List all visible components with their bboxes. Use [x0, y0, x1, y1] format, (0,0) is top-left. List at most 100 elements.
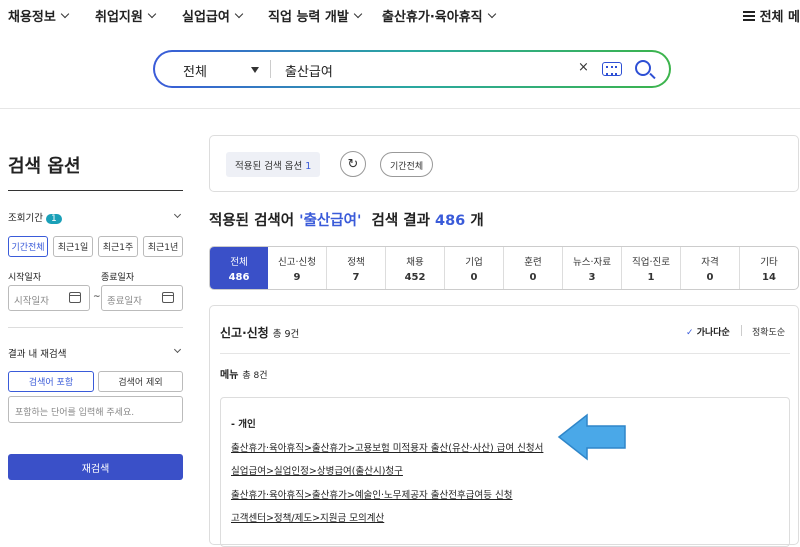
period-chip[interactable]: 기간전체: [380, 152, 434, 177]
clear-icon[interactable]: ×: [578, 60, 589, 75]
tab-count: 0: [470, 271, 478, 283]
period-1year-button[interactable]: 최근1년: [143, 236, 183, 257]
tab-label: 자격: [701, 256, 719, 268]
tab-policy[interactable]: 정책 7: [327, 247, 386, 289]
applied-chip-count: 1: [305, 161, 312, 172]
research-button[interactable]: 재검색: [8, 454, 183, 480]
sidebar-title: 검색 옵션: [8, 156, 81, 177]
chevron-down-icon[interactable]: [173, 345, 182, 354]
result-summary: 적용된 검색어 '출산급여' 검색 결과 486 개: [209, 209, 484, 230]
calendar-icon[interactable]: [69, 292, 81, 303]
search-inner: 전체 출산급여 ×: [155, 52, 669, 86]
chevron-down-icon: [487, 9, 496, 18]
result-middle: 검색 결과: [371, 213, 430, 229]
section-title-text: 신고·신청: [220, 326, 269, 340]
tab-training[interactable]: 훈련 0: [504, 247, 563, 289]
period-1day-button[interactable]: 최근1일: [53, 236, 93, 257]
tab-label: 신고·신청: [278, 256, 316, 268]
tab-label: 직업·진로: [632, 256, 670, 268]
keyboard-icon[interactable]: [602, 62, 622, 76]
hamburger-icon: [742, 10, 755, 21]
all-menu-label: 전체 메: [759, 10, 800, 25]
date-range-separator: ~: [93, 292, 101, 302]
menu-link[interactable]: 고객센터>정책/제도>지원금 모의계산: [231, 510, 384, 524]
divider: [270, 60, 271, 78]
search-scope-select[interactable]: 전체: [183, 61, 207, 80]
sort-alpha-button[interactable]: ✓ 가나다순: [686, 325, 730, 338]
period-1week-button[interactable]: 최근1주: [98, 236, 138, 257]
nav-label: 실업급여: [182, 10, 230, 25]
start-date-label: 시작일자: [8, 273, 42, 283]
period-badge: 1: [45, 214, 62, 224]
exclude-keyword-button[interactable]: 검색어 제외: [98, 371, 183, 392]
menu-link[interactable]: 출산휴가·육아휴직>출산휴가>고용보험 미적용자 출산(유산·사산) 급여 신청…: [231, 440, 543, 454]
menu-title: 메뉴: [220, 370, 239, 381]
research-label[interactable]: 결과 내 재검색: [8, 346, 66, 360]
nav-label: 채용정보: [8, 10, 56, 25]
refresh-icon[interactable]: ↻: [340, 151, 366, 177]
tab-hiring[interactable]: 채용 452: [386, 247, 445, 289]
start-date-field[interactable]: 시작일자: [8, 285, 90, 311]
nav-label: 출산휴가·육아휴직: [382, 10, 483, 25]
tab-license[interactable]: 자격 0: [681, 247, 740, 289]
tab-count: 14: [762, 271, 776, 283]
menu-link[interactable]: 실업급여>실업인정>상병급여(출산시)청구: [231, 463, 403, 477]
tab-count: 9: [293, 271, 301, 283]
chevron-down-icon: [147, 9, 157, 18]
menu-link[interactable]: 출산휴가·육아휴직>출산휴가>예술인·노무제공자 출산전후급여등 신청: [231, 487, 512, 501]
search-input[interactable]: 출산급여: [285, 61, 333, 80]
tab-all[interactable]: 전체 486: [210, 247, 268, 289]
tab-count: 486: [228, 271, 250, 283]
calendar-icon[interactable]: [162, 292, 174, 303]
result-keyword: '출산급여': [299, 213, 362, 229]
start-date-placeholder: 시작일자: [14, 296, 49, 307]
period-all-button[interactable]: 기간전체: [8, 236, 48, 257]
nav-item-maternity[interactable]: 출산휴가·육아휴직: [382, 6, 496, 25]
tab-label: 기타: [760, 256, 778, 268]
tab-count: 452: [404, 271, 426, 283]
result-count: 486: [435, 213, 466, 229]
end-date-placeholder: 종료일자: [107, 296, 142, 307]
chevron-down-icon: [60, 9, 70, 18]
divider: [8, 327, 183, 328]
divider: [220, 353, 790, 354]
nav-item-jobs[interactable]: 채용정보: [8, 6, 70, 25]
tab-news[interactable]: 뉴스·자료 3: [563, 247, 622, 289]
tab-count: 0: [529, 271, 537, 283]
pointer-arrow-icon: [557, 413, 626, 461]
tab-etc[interactable]: 기타 14: [740, 247, 798, 289]
sort-accuracy-button[interactable]: 정확도순: [752, 325, 785, 338]
nav-item-unemployment[interactable]: 실업급여: [182, 6, 244, 25]
tab-report-apply[interactable]: 신고·신청 9: [268, 247, 327, 289]
menu-link-list: - 개인 출산휴가·육아휴직>출산휴가>고용보험 미적용자 출산(유산·사산) …: [220, 397, 790, 547]
tab-label: 전체: [230, 256, 248, 268]
menu-total: 총 8건: [242, 371, 268, 381]
applied-options: 적용된 검색 옵션 1 ↻ 기간전체: [209, 135, 799, 192]
menu-subtitle: 메뉴 총 8건: [220, 366, 268, 381]
section-total: 총 9건: [272, 329, 300, 340]
all-menu-button[interactable]: 전체 메: [742, 6, 800, 25]
include-keyword-button[interactable]: 검색어 포함: [8, 371, 94, 392]
tab-career[interactable]: 직업·진로 1: [622, 247, 681, 289]
nav-item-vocational[interactable]: 직업 능력 개발: [268, 6, 363, 25]
nav-label: 직업 능력 개발: [268, 10, 349, 25]
check-icon: ✓: [686, 328, 694, 338]
applied-options-chip[interactable]: 적용된 검색 옵션 1: [226, 152, 321, 177]
tab-label: 정책: [347, 256, 365, 268]
chevron-down-icon[interactable]: [173, 210, 182, 219]
tab-count: 1: [647, 271, 655, 283]
end-date-field[interactable]: 종료일자: [101, 285, 183, 311]
nav-label: 취업지원: [95, 10, 143, 25]
chevron-down-icon: [353, 9, 363, 18]
tab-count: 3: [588, 271, 596, 283]
nav-item-employment-support[interactable]: 취업지원: [95, 6, 157, 25]
tab-count: 7: [352, 271, 360, 283]
caret-down-icon[interactable]: [251, 67, 259, 73]
result-suffix: 개: [470, 213, 484, 229]
tab-company[interactable]: 기업 0: [445, 247, 504, 289]
search-icon[interactable]: [635, 60, 651, 76]
keyword-input[interactable]: 포함하는 단어를 입력해 주세요.: [8, 396, 183, 423]
top-nav: 채용정보 취업지원 실업급여 직업 능력 개발 출산휴가·육아휴직 전체 메: [0, 0, 800, 30]
period-label[interactable]: 조회기간 1: [8, 210, 62, 224]
divider: [8, 190, 183, 191]
